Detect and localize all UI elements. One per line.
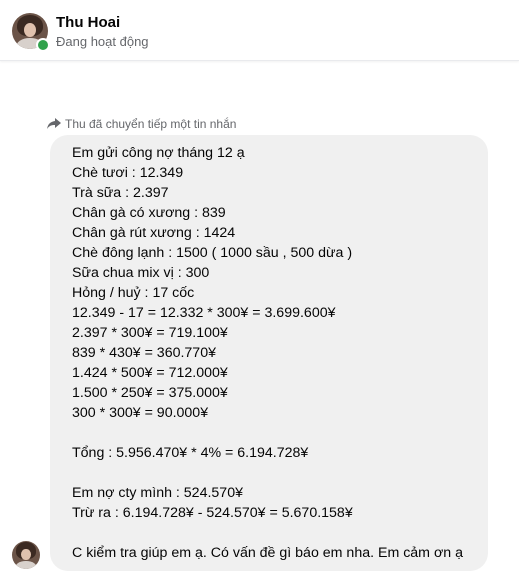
message-line: Trừ ra : 6.194.728¥ - 524.570¥ = 5.670.1… bbox=[72, 505, 353, 521]
message-line: Chân gà rút xương : 1424 bbox=[72, 225, 236, 241]
message-line: Em gửi công nợ tháng 12 ạ bbox=[72, 145, 245, 161]
message-line: 2.397 * 300¥ = 719.100¥ bbox=[72, 325, 228, 341]
message-line: C kiểm tra giúp em ạ. Có vấn đề gì báo e… bbox=[72, 545, 463, 561]
contact-name[interactable]: Thu Hoai bbox=[56, 14, 120, 31]
message-line: Chè tươi : 12.349 bbox=[72, 165, 184, 181]
message-line: Tổng : 5.956.470¥ * 4% = 6.194.728¥ bbox=[72, 445, 309, 461]
online-status-dot bbox=[36, 38, 50, 52]
forwarded-label: Thu đã chuyển tiếp một tin nhắn bbox=[47, 117, 236, 131]
forwarded-text: Thu đã chuyển tiếp một tin nhắn bbox=[65, 117, 237, 131]
message-line: 12.349 - 17 = 12.332 * 300¥ = 3.699.600¥ bbox=[72, 305, 336, 321]
chat-header: Thu Hoai Đang hoạt động bbox=[0, 0, 519, 61]
message-line: 1.500 * 250¥ = 375.000¥ bbox=[72, 385, 228, 401]
message-line: 839 * 430¥ = 360.770¥ bbox=[72, 345, 216, 361]
message-line: 1.424 * 500¥ = 712.000¥ bbox=[72, 365, 228, 381]
sender-avatar[interactable] bbox=[12, 541, 40, 569]
message-bubble[interactable]: Em gửi công nợ tháng 12 ạ Chè tươi : 12.3… bbox=[50, 135, 488, 571]
message-line: Hỏng / huỷ : 17 cốc bbox=[72, 285, 195, 301]
message-line: Trà sữa : 2.397 bbox=[72, 185, 169, 201]
message-line: Chè đông lạnh : 1500 ( 1000 sầu , 500 dừ… bbox=[72, 245, 353, 261]
message-line: Sữa chua mix vị : 300 bbox=[72, 265, 210, 281]
message-line: Chân gà có xương : 839 bbox=[72, 205, 226, 221]
message-line: Em nợ cty mình : 524.570¥ bbox=[72, 485, 243, 501]
message-line: 300 * 300¥ = 90.000¥ bbox=[72, 405, 209, 421]
active-status: Đang hoạt động bbox=[56, 34, 149, 49]
forward-arrow-icon bbox=[47, 118, 61, 129]
